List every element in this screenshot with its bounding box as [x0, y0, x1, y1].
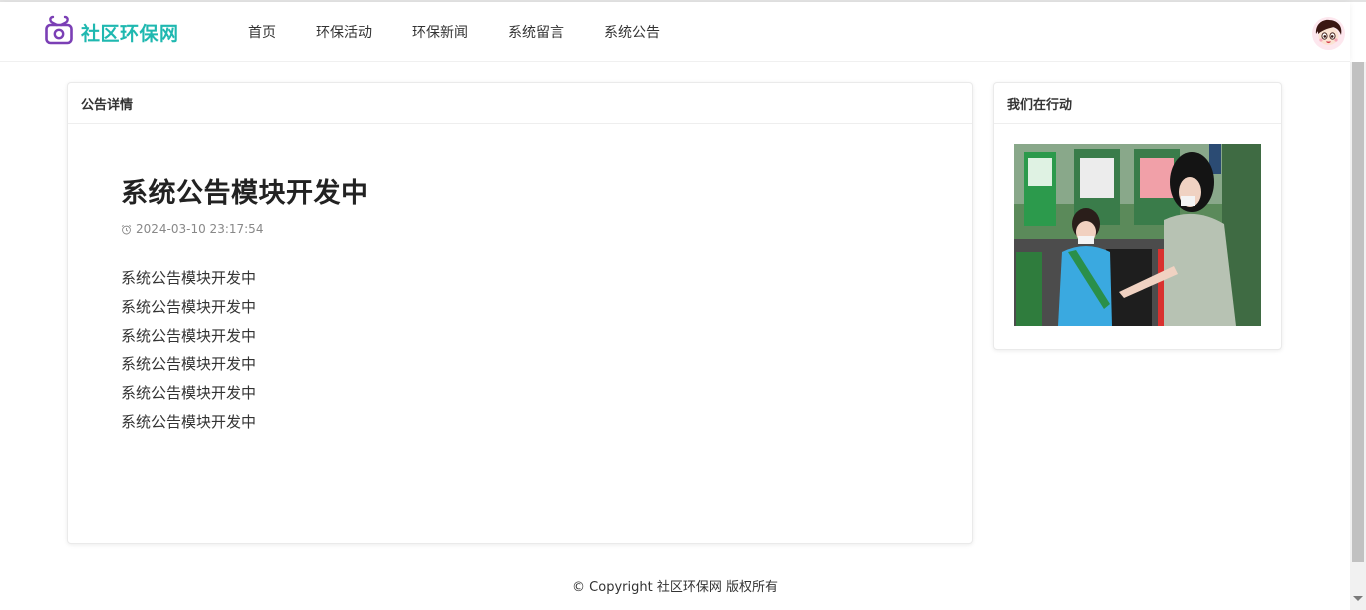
publish-time: 2024-03-10 23:17:54	[121, 222, 263, 236]
paragraph: 系统公告模块开发中	[121, 297, 257, 316]
action-card: 我们在行动	[993, 82, 1282, 350]
announcement-detail-card: 公告详情 系统公告模块开发中 2024-03-10 23:17:54 系统公告模…	[67, 82, 973, 544]
paragraph: 系统公告模块开发中	[121, 412, 257, 431]
nav-announcements[interactable]: 系统公告	[588, 22, 676, 42]
avatar[interactable]	[1312, 17, 1345, 50]
card-header: 公告详情	[68, 83, 972, 124]
card-header: 我们在行动	[994, 83, 1281, 124]
nav-activities[interactable]: 环保活动	[300, 22, 388, 42]
gift-box-icon	[44, 14, 74, 50]
alarm-clock-icon	[121, 224, 132, 235]
cartoon-avatar-icon	[1312, 17, 1345, 50]
paragraph: 系统公告模块开发中	[121, 355, 257, 374]
brand[interactable]: 社区环保网	[44, 14, 179, 50]
nav-news[interactable]: 环保新闻	[396, 22, 484, 42]
top-navbar: 社区环保网 首页 环保活动 环保新闻 系统留言 系统公告	[0, 2, 1350, 62]
page-content: 公告详情 系统公告模块开发中 2024-03-10 23:17:54 系统公告模…	[0, 62, 1350, 610]
brand-name: 社区环保网	[81, 22, 179, 45]
paragraph: 系统公告模块开发中	[121, 326, 257, 345]
footer-copyright: © Copyright 社区环保网 版权所有	[572, 580, 778, 595]
paragraph: 系统公告模块开发中	[121, 384, 257, 403]
page-scrollbar-thumb[interactable]	[1352, 62, 1364, 562]
main-nav: 首页 环保活动 环保新闻 系统留言 系统公告	[232, 2, 684, 62]
article-body: 系统公告模块开发中 系统公告模块开发中 系统公告模块开发中 系统公告模块开发中 …	[121, 264, 256, 437]
nav-messages[interactable]: 系统留言	[492, 22, 580, 42]
scroll-down-arrow-icon[interactable]	[1353, 596, 1363, 601]
publish-time-text: 2024-03-10 23:17:54	[136, 222, 264, 236]
page-title: 系统公告模块开发中	[121, 178, 369, 209]
nav-home[interactable]: 首页	[232, 22, 292, 42]
action-photo[interactable]	[1014, 144, 1261, 326]
paragraph: 系统公告模块开发中	[121, 269, 257, 287]
